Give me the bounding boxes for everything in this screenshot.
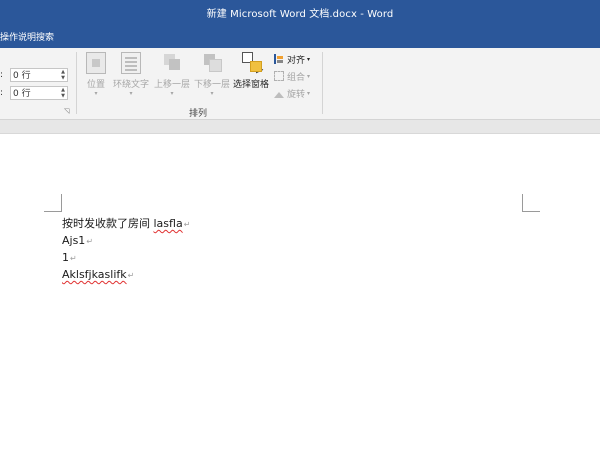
rotate-button[interactable]: 旋转 ▾ (274, 86, 310, 100)
spacing-after-value: 0 行 (13, 89, 31, 99)
document-line-4[interactable]: Aklsfjkaslifk↵ (62, 268, 134, 281)
document-workspace (0, 120, 600, 134)
send-backward-label: 下移一层 (193, 80, 230, 90)
chevron-down-icon: ▾ (307, 72, 311, 80)
margin-corner-top-left (44, 194, 62, 212)
send-backward-button[interactable]: 下移一层 ▾ (193, 52, 231, 98)
paragraph-mark-icon: ↵ (127, 271, 135, 280)
misspelled-word[interactable]: lasfla (154, 217, 183, 230)
spacing-before-input[interactable]: 0 行 ▲ ▼ (10, 67, 68, 82)
bring-forward-button[interactable]: 上移一层 ▾ (153, 52, 191, 98)
position-button[interactable]: 位置 ▾ (84, 52, 108, 98)
wrap-text-button[interactable]: 环绕文字 ▾ (112, 52, 150, 98)
arrange-group-label: 排列 (189, 109, 208, 119)
selection-pane-icon (241, 52, 264, 74)
group-separator (76, 52, 77, 114)
spacing-before-value: 0 行 (13, 71, 31, 81)
group-icon (274, 71, 284, 81)
chevron-down-icon: ▾ (210, 90, 214, 97)
spacing-after-row: : 0 行 ▲ ▼ (0, 85, 68, 100)
bring-forward-icon (162, 52, 182, 74)
ribbon: : 0 行 ▲ ▼ : 0 行 ▲ ▼ ◹ 位置 ▾ 环绕文字 ▾ 上移一层 ▾ 下… (0, 48, 600, 120)
chevron-down-icon: ▾ (307, 55, 311, 63)
window-title: 新建 Microsoft Word 文档.docx - Word (206, 9, 394, 20)
chevron-down-icon: ▾ (170, 90, 174, 97)
document-line-1[interactable]: 按时发收款了房间 lasfla↵ (62, 215, 190, 231)
spacing-after-label: : (0, 87, 4, 98)
align-button[interactable]: 对齐 ▾ (274, 52, 310, 66)
tell-me-bar: 操作说明搜索 (0, 24, 600, 48)
wrap-text-label: 环绕文字 (112, 80, 149, 90)
line-text: 1 (62, 251, 69, 264)
tell-me-search[interactable]: 操作说明搜索 (0, 30, 54, 43)
spin-arrows-icon[interactable]: ▲ ▼ (61, 69, 65, 81)
misspelled-word[interactable]: Aklsfjkaslifk (62, 268, 127, 281)
position-icon (86, 52, 106, 74)
line-text: 按时发收款了房间 (62, 217, 154, 230)
title-bar: 新建 Microsoft Word 文档.docx - Word (0, 0, 600, 24)
align-label: 对齐 (287, 55, 306, 66)
position-label: 位置 (86, 80, 105, 90)
margin-corner-top-right (522, 194, 540, 212)
spacing-before-row: : 0 行 ▲ ▼ (0, 67, 68, 82)
selection-pane-label: 选择窗格 (232, 80, 269, 90)
rotate-label: 旋转 (287, 89, 306, 100)
align-icon (274, 54, 284, 64)
document-line-3[interactable]: 1↵ (62, 251, 77, 264)
group-button[interactable]: 组合 ▾ (274, 69, 310, 83)
dialog-launcher-icon[interactable]: ◹ (64, 107, 69, 115)
paragraph-mark-icon: ↵ (70, 254, 77, 263)
paragraph-mark-icon: ↵ (183, 220, 191, 229)
spacing-before-label: : (0, 69, 4, 80)
spin-arrows-icon[interactable]: ▲ ▼ (61, 87, 65, 99)
line-text: Ajs1 (62, 234, 86, 247)
chevron-down-icon: ▾ (129, 90, 133, 97)
spacing-after-input[interactable]: 0 行 ▲ ▼ (10, 85, 68, 100)
chevron-down-icon: ▾ (94, 90, 98, 97)
group-objects-label: 组合 (287, 72, 306, 83)
selection-pane-button[interactable]: 选择窗格 (232, 52, 270, 90)
rotate-icon (274, 88, 284, 98)
paragraph-mark-icon: ↵ (86, 237, 94, 246)
wrap-text-icon (121, 52, 141, 74)
document-page[interactable]: 按时发收款了房间 lasfla↵ Ajs1↵ 1↵ Aklsfjkaslifk↵ (0, 135, 600, 450)
chevron-down-icon: ▾ (307, 89, 311, 97)
bring-forward-label: 上移一层 (153, 80, 190, 90)
group-separator (322, 52, 323, 114)
send-backward-icon (202, 52, 222, 74)
document-line-2[interactable]: Ajs1↵ (62, 234, 93, 247)
